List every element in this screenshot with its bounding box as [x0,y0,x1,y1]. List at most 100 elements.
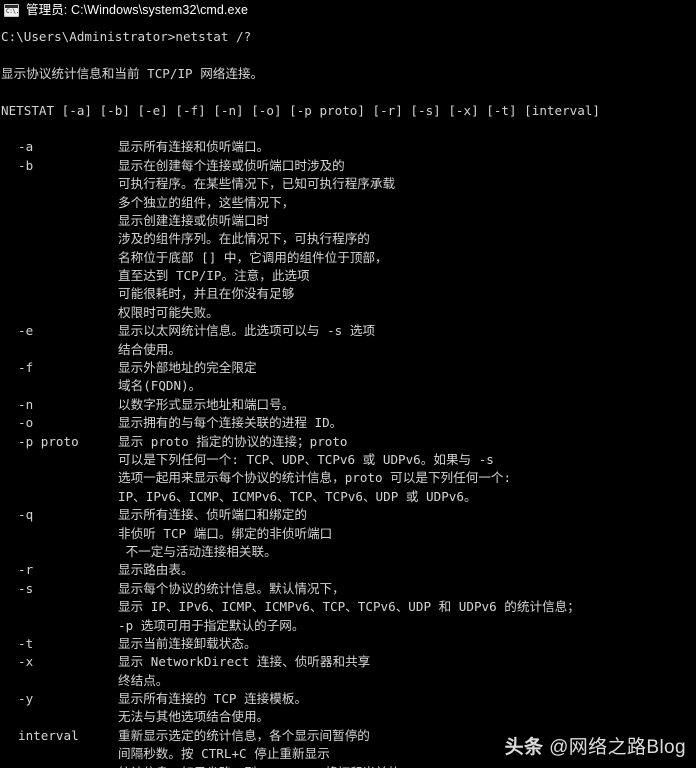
option-description: 不一定与活动连接相关联。 [118,543,277,559]
option-flag: -x [18,654,34,670]
option-description: 可执行程序。在某些情况下，已知可执行程序承载 [118,176,396,192]
option-row: -o 显示拥有的与每个连接关联的进程 ID。 [1,414,696,432]
option-description: 显示每个协议的统计信息。默认情况下， [118,580,345,596]
cmd-console-icon [4,3,19,17]
option-description-continuation: 无法与其他选项结合使用。 [1,708,696,726]
command-description-line: 显示协议统计信息和当前 TCP/IP 网络连接。 [1,65,264,81]
watermark-handle: @网络之路Blog [549,737,686,758]
console-output-area[interactable]: C:\Users\Administrator>netstat /? 显示协议统计… [0,20,696,768]
option-description: 选项一起用来显示每个协议的统计信息，proto 可以是下列任何一个: [118,470,512,486]
option-description: 重新显示选定的统计信息，各个显示间暂停的 [118,727,370,743]
option-row: -r 显示路由表。 [1,561,696,579]
option-description: 涉及的组件序列。在此情况下，可执行程序的 [118,231,370,247]
option-description-continuation: 可以是下列任何一个: TCP、UDP、TCPv6 或 UDPv6。如果与 -s [1,451,696,469]
option-flag: -q [18,507,34,523]
option-flag: -f [18,360,34,376]
window-title-bar[interactable]: 管理员: C:\Windows\system32\cmd.exe [0,0,696,20]
option-description-continuation: 多个独立的组件，这些情况下， [1,194,696,212]
option-flag: -t [18,635,34,651]
option-description-continuation: 涉及的组件序列。在此情况下，可执行程序的 [1,230,696,248]
option-description: 间隔秒数。按 CTRL+C 停止重新显示 [118,746,330,762]
option-description: 显示路由表。 [118,562,194,578]
option-row: -y 显示所有连接的 TCP 连接模板。 [1,690,696,708]
option-row: -t 显示当前连接卸载状态。 [1,635,696,653]
option-flag: -r [18,562,34,578]
option-description: 名称位于底部 [] 中，它调用的组件位于顶部， [118,249,388,265]
option-description-continuation: 可执行程序。在某些情况下，已知可执行程序承载 [1,175,696,193]
option-description: 显示拥有的与每个连接关联的进程 ID。 [118,415,343,431]
option-flag: -b [18,157,34,173]
watermark-brand: 头条 [504,737,544,758]
option-description-continuation: 权限时可能失败。 [1,304,696,322]
command-prompt-line: C:\Users\Administrator>netstat /? [1,29,252,44]
option-description-continuation: 显示 IP、IPv6、ICMP、ICMPv6、TCP、TCPv6、UDP 和 U… [1,598,696,616]
option-description: 显示以太网统计信息。此选项可以与 -s 选项 [118,323,376,339]
option-description: 直至达到 TCP/IP。注意，此选项 [118,268,310,284]
usage-syntax-line: NETSTAT [-a] [-b] [-e] [-f] [-n] [-o] [-… [1,102,600,118]
option-description: -p 选项可用于指定默认的子网。 [118,617,305,633]
option-description: 显示所有连接和侦听端口。 [118,139,270,155]
option-description: IP、IPv6、ICMP、ICMPv6、TCP、TCPv6、UDP 或 UDPv… [118,488,477,504]
option-description: 显示在创建每个连接或侦听端口时涉及的 [118,157,345,173]
option-description: 显示 IP、IPv6、ICMP、ICMPv6、TCP、TCPv6、UDP 和 U… [118,599,580,615]
option-description-continuation: 显示创建连接或侦听端口时 [1,212,696,230]
window-title-text: 管理员: C:\Windows\system32\cmd.exe [26,3,249,17]
option-description: 权限时可能失败。 [118,304,219,320]
option-description-continuation: 非侦听 TCP 端口。绑定的非侦听端口 [1,525,696,543]
option-description-continuation: -p 选项可用于指定默认的子网。 [1,617,696,635]
option-flag: interval [18,727,79,743]
option-flag: -s [18,580,34,596]
option-row: -n 以数字形式显示地址和端口号。 [1,396,696,414]
option-description: 可能很耗时，并且在你没有足够 [118,286,295,302]
option-description: 显示所有连接的 TCP 连接模板。 [118,691,308,707]
option-row: -p proto 显示 proto 指定的协议的连接；proto [1,433,696,451]
option-description: 显示 NetworkDirect 连接、侦听器和共享 [118,654,371,670]
option-description-continuation: 域名(FQDN)。 [1,377,696,395]
option-description: 显示所有连接、侦听端口和绑定的 [118,507,307,523]
option-row: -a 显示所有连接和侦听端口。 [1,138,696,156]
option-description-continuation: 选项一起用来显示每个协议的统计信息，proto 可以是下列任何一个: [1,469,696,487]
watermark: 头条 @网络之路Blog [505,736,686,760]
option-row: -x 显示 NetworkDirect 连接、侦听器和共享 [1,653,696,671]
options-list: -a 显示所有连接和侦听端口。 -b 显示在创建每个连接或侦听端口时涉及的可执行程序。… [1,138,696,768]
option-flag: -y [18,691,34,707]
option-description-continuation: 不一定与活动连接相关联。 [1,543,696,561]
option-description: 多个独立的组件，这些情况下， [118,194,295,210]
option-description-continuation: 终结点。 [1,672,696,690]
option-description-continuation: 结合使用。 [1,341,696,359]
option-description: 显示外部地址的完全限定 [118,360,257,376]
option-description-continuation: IP、IPv6、ICMP、ICMPv6、TCP、TCPv6、UDP 或 UDPv… [1,488,696,506]
option-row: -s 显示每个协议的统计信息。默认情况下， [1,580,696,598]
option-row: -e 显示以太网统计信息。此选项可以与 -s 选项 [1,322,696,340]
option-flag: -p proto [18,433,79,449]
option-row: -f 显示外部地址的完全限定 [1,359,696,377]
option-flag: -a [18,139,34,155]
option-flag: -o [18,415,34,431]
option-description: 域名(FQDN)。 [118,378,202,394]
option-description: 可以是下列任何一个: TCP、UDP、TCPv6 或 UDPv6。如果与 -s [118,451,494,467]
option-description: 显示创建连接或侦听端口时 [118,212,270,228]
option-description: 显示当前连接卸载状态。 [118,635,257,651]
option-row: -b 显示在创建每个连接或侦听端口时涉及的 [1,157,696,175]
option-description: 非侦听 TCP 端口。绑定的非侦听端口 [118,525,333,541]
option-description-continuation: 名称位于底部 [] 中，它调用的组件位于顶部， [1,249,696,267]
option-description: 以数字形式显示地址和端口号。 [118,396,295,412]
